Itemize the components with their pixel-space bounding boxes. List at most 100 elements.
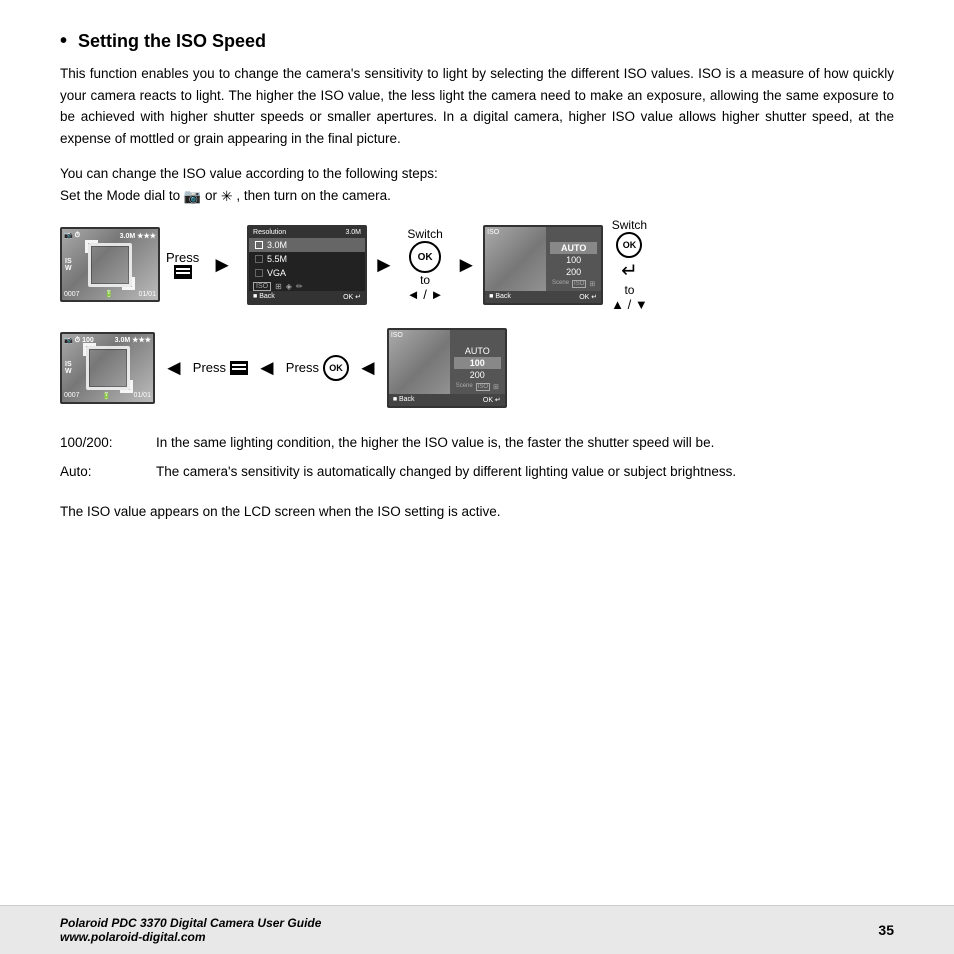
steps-line1: You can change the ISO value according t… (60, 166, 438, 181)
definitions-section: 100/200: In the same lighting condition,… (60, 432, 894, 491)
nav-ud-arrows: ▲ / ▼ (611, 297, 648, 312)
def-row-2: Auto: The camera's sensitivity is automa… (60, 461, 894, 483)
menu-back: ■ Back (253, 293, 275, 301)
final-note: The ISO value appears on the LCD screen … (60, 501, 894, 523)
menu-item-vga: VGA (249, 266, 365, 280)
menu-ok: OK ↵ (343, 293, 361, 301)
lcd-top-bar-2: 📷 ⏱ 100 3.0M ★★★ (64, 336, 151, 345)
def-row-1: 100/200: In the same lighting condition,… (60, 432, 894, 454)
lcd1-top-right: 3.0M ★★★ (120, 232, 156, 240)
menu-icon-2 (230, 361, 248, 375)
diagram-container: 📷 ⏱ 3.0M ★★★ ISW 0007 🔋 01/01 Press ► (60, 218, 894, 408)
arrow-right-2: ► (373, 252, 395, 278)
iso-bottom-bar-2: ■ Back OK ↵ (389, 394, 505, 406)
def-desc-2: The camera's sensitivity is automaticall… (156, 461, 894, 483)
lcd1-bot-left: 0007 (64, 291, 80, 298)
ok-button-3[interactable]: OK (323, 355, 349, 381)
iso-ok: OK ↵ (579, 293, 597, 301)
press-label-1: Press (166, 250, 199, 265)
iso-icon-grid-2: ⊞ (493, 383, 499, 391)
press-menu-block: Press ► (166, 250, 241, 279)
def-term-2: Auto: (60, 461, 140, 483)
enter-icon: ↵ (621, 258, 638, 283)
iso-opt-100: 100 (550, 254, 597, 266)
footer: Polaroid PDC 3370 Digital Camera User Gu… (0, 905, 954, 954)
bullet: • (60, 30, 67, 52)
movie-icon: ✳ (221, 185, 233, 207)
menu-radio-3m (255, 241, 263, 249)
def-desc-1: In the same lighting condition, the high… (156, 432, 894, 454)
lcd1-bat: 🔋 (105, 290, 114, 298)
iso-icon-iso-2: ISO (476, 383, 490, 391)
menu-icon-color: ◈ (286, 282, 292, 291)
ok-button-1[interactable]: OK (409, 241, 441, 273)
press-menu-block-2: Press (193, 360, 248, 375)
lcd-bottom-bar-1: 0007 🔋 01/01 (64, 290, 156, 298)
menu-icon-1 (174, 265, 192, 279)
menu-icon-iso: ISO (253, 282, 271, 291)
lcd1-left: ISW (65, 258, 72, 272)
menu-label-vga: VGA (267, 268, 286, 278)
ok-button-2[interactable]: OK (616, 232, 642, 258)
lcd2-bot-left: 0007 (64, 392, 80, 399)
steps-line2c: , then turn on the camera. (236, 188, 391, 203)
lcd-top-bar-1: 📷 ⏱ 3.0M ★★★ (64, 231, 156, 240)
iso-icon-grid: ⊞ (589, 280, 595, 288)
menu-item-55m: 5.5M (249, 252, 365, 266)
section-title: • Setting the ISO Speed (60, 30, 894, 53)
iso-icons: Scene ISO ⊞ (550, 280, 597, 288)
iso-bottom-bar-top: ■ Back OK ↵ (485, 291, 601, 303)
steps-line2: Set the Mode dial to (60, 188, 180, 203)
lcd2-left: ISW (65, 361, 72, 375)
switch-label-2: Switch (612, 218, 647, 232)
lcd-bracket-1 (88, 243, 132, 287)
menu-icon-grid: ⊞ (275, 282, 282, 291)
footer-line1: Polaroid PDC 3370 Digital Camera User Gu… (60, 916, 321, 930)
def-term-1: 100/200: (60, 432, 140, 454)
to-label-1: to (420, 273, 430, 287)
footer-line2: www.polaroid-digital.com (60, 930, 321, 944)
press-ok-block: Press OK (286, 355, 349, 381)
lcd2-bat: 🔋 (102, 392, 111, 400)
page-number: 35 (878, 922, 894, 938)
switch-label-1: Switch (407, 227, 442, 241)
menu-radio-55m (255, 255, 263, 263)
to-label-2: to (624, 283, 634, 297)
camera-lcd-2: 📷 ⏱ 100 3.0M ★★★ ISW 0007 🔋 01/01 (60, 332, 155, 404)
iso-opt-100-2: 100 (454, 357, 501, 369)
press-label-2: Press (286, 360, 319, 375)
menu-bottom: ■ Back OK ↵ (249, 291, 365, 303)
iso-opt-200: 200 (550, 266, 597, 278)
lcd1-top-left: 📷 ⏱ (64, 231, 80, 240)
iso-opt-auto-2: AUTO (454, 345, 501, 357)
camera-lcd-1: 📷 ⏱ 3.0M ★★★ ISW 0007 🔋 01/01 (60, 227, 160, 302)
menu-header: Resolution 3.0M (249, 227, 365, 238)
iso-screen-top: ISO Auto AUTO 100 200 Scene ISO ⊞ ■ Back… (483, 225, 603, 305)
camera-icon: 📷 (184, 185, 201, 207)
arrow-left-3: ◄ (357, 355, 379, 381)
diagram-bottom-row: 📷 ⏱ 100 3.0M ★★★ ISW 0007 🔋 01/01 ◄ Pres… (60, 328, 894, 408)
menu-label-55m: 5.5M (267, 254, 287, 264)
arrow-right-3: ► (455, 252, 477, 278)
press-label-3: Press (193, 360, 226, 375)
lcd-bottom-bar-2: 0007 🔋 01/01 (64, 392, 151, 400)
lcd2-bot-right: 01/01 (133, 392, 151, 399)
steps-text: You can change the ISO value according t… (60, 163, 894, 207)
arrow-left-2: ◄ (256, 355, 278, 381)
menu-item-3m: 3.0M (249, 238, 365, 252)
menu-icon-tool: ✏ (296, 282, 303, 291)
switch-to-ud-block: Switch OK ↵ to ▲ / ▼ (611, 218, 648, 312)
lcd1-bot-right: 01/01 (138, 291, 156, 298)
iso-label-2: ISO (391, 332, 403, 339)
menu-header-right: 3.0M (345, 229, 361, 236)
title-text: Setting the ISO Speed (78, 31, 266, 51)
iso-back-2: ■ Back (393, 396, 415, 404)
iso-back: ■ Back (489, 293, 511, 301)
iso-icon-scene: Scene (552, 280, 569, 288)
iso-icon-iso: ISO (572, 280, 586, 288)
body-paragraph: This function enables you to change the … (60, 63, 894, 149)
iso-icon-scene-2: Scene (456, 383, 473, 391)
iso-screen-bottom: ISO 100 AUTO 100 200 Scene ISO ⊞ ■ Back … (387, 328, 507, 408)
menu-radio-vga (255, 269, 263, 277)
iso-label: ISO (487, 229, 499, 236)
